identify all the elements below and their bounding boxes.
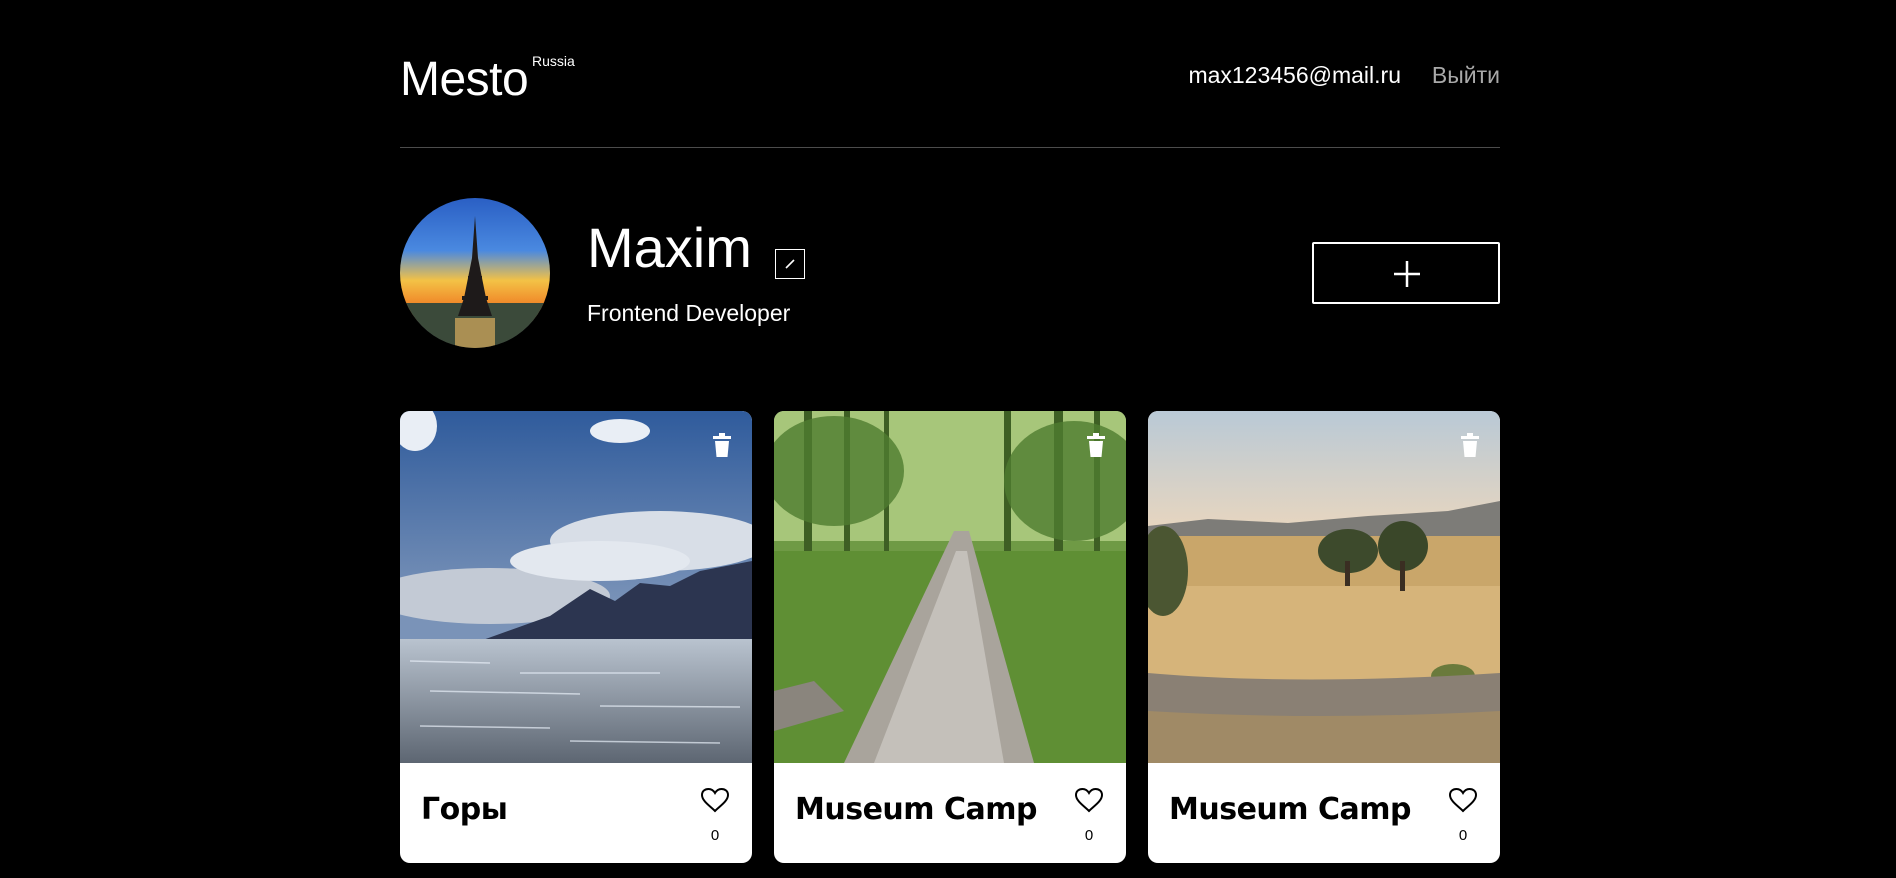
edit-profile-button[interactable] bbox=[775, 249, 805, 279]
lake-mountains-photo[interactable] bbox=[400, 411, 752, 763]
meadow-trees-photo[interactable] bbox=[1148, 411, 1500, 763]
card: Горы 0 bbox=[400, 411, 752, 863]
card-title: Museum Camp bbox=[1169, 792, 1411, 827]
eiffel-tower-photo bbox=[400, 198, 550, 348]
heart-icon[interactable] bbox=[1448, 787, 1478, 813]
profile-name: Maxim bbox=[587, 216, 752, 279]
trash-icon[interactable] bbox=[710, 433, 734, 457]
header: Mesto Russia max123456@mail.ru Выйти bbox=[400, 0, 1500, 148]
logo: Mesto bbox=[400, 53, 529, 106]
page: Mesto Russia max123456@mail.ru Выйти Max… bbox=[0, 0, 1896, 878]
heart-icon[interactable] bbox=[1074, 787, 1104, 813]
card-title: Горы bbox=[421, 792, 508, 827]
trash-icon[interactable] bbox=[1084, 433, 1108, 457]
profile-about: Frontend Developer bbox=[587, 300, 791, 326]
pencil-icon bbox=[785, 259, 795, 269]
forest-trail-photo[interactable] bbox=[774, 411, 1126, 763]
heart-icon[interactable] bbox=[700, 787, 730, 813]
likes-count: 0 bbox=[1084, 827, 1094, 844]
user-email: max123456@mail.ru bbox=[1188, 62, 1401, 88]
likes-count: 0 bbox=[710, 827, 720, 844]
plus-icon bbox=[1394, 261, 1420, 287]
card: Museum Camp 0 bbox=[1148, 411, 1500, 863]
logout-link[interactable]: Выйти bbox=[1432, 60, 1500, 90]
card-title: Museum Camp bbox=[795, 792, 1037, 827]
card: Museum Camp 0 bbox=[774, 411, 1126, 863]
likes-count: 0 bbox=[1458, 827, 1468, 844]
logo-superscript: Russia bbox=[532, 53, 575, 69]
avatar[interactable] bbox=[400, 198, 550, 348]
trash-icon[interactable] bbox=[1458, 433, 1482, 457]
add-card-button[interactable] bbox=[1312, 242, 1500, 304]
